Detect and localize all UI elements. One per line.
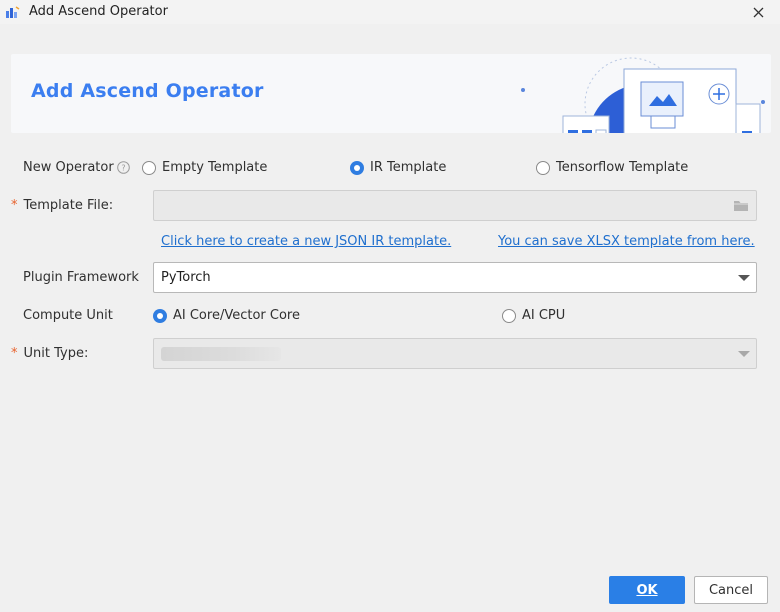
cancel-button[interactable]: Cancel	[694, 576, 768, 604]
radio-dot-selected	[350, 160, 364, 175]
radio-empty-template[interactable]: Empty Template	[142, 160, 267, 175]
radio-label: AI Core/Vector Core	[173, 308, 300, 323]
radio-dot-selected	[153, 308, 167, 323]
unit-type-select[interactable]	[153, 338, 757, 369]
chevron-down-icon	[738, 351, 750, 357]
ok-button[interactable]: OK	[609, 576, 685, 604]
template-file-input[interactable]	[153, 190, 757, 221]
template-file-label: * Template File:	[11, 198, 113, 213]
radio-ai-cpu[interactable]: AI CPU	[502, 308, 565, 323]
radio-label: Empty Template	[162, 160, 268, 175]
close-icon	[753, 7, 763, 17]
compute-unit-label: Compute Unit	[23, 308, 113, 323]
radio-dot	[502, 308, 516, 323]
create-json-template-link[interactable]: Click here to create a new JSON IR templ…	[161, 234, 451, 249]
title-bar: Add Ascend Operator	[0, 0, 780, 24]
help-circle-icon[interactable]: ?	[117, 161, 130, 174]
radio-ai-core[interactable]: AI Core/Vector Core	[153, 308, 300, 323]
radio-label: Tensorflow Template	[556, 160, 689, 175]
banner-illustration	[521, 57, 765, 133]
template-file-label-text: Template File:	[23, 198, 114, 213]
folder-icon[interactable]	[733, 199, 749, 212]
plugin-framework-value: PyTorch	[161, 270, 211, 285]
plugin-framework-select[interactable]: PyTorch	[153, 262, 757, 293]
unit-type-label-text: Unit Type:	[23, 346, 89, 361]
chevron-down-icon	[738, 275, 750, 281]
close-button[interactable]	[748, 2, 768, 22]
unit-type-label: * Unit Type:	[11, 346, 88, 361]
header-banner: Add Ascend Operator	[11, 54, 771, 133]
ascend-logo-icon	[6, 6, 20, 18]
required-mark: *	[11, 198, 18, 213]
svg-text:?: ?	[121, 164, 125, 173]
banner-title: Add Ascend Operator	[31, 80, 264, 102]
unit-type-value-redacted	[161, 347, 281, 361]
radio-label: AI CPU	[522, 308, 566, 323]
window-title: Add Ascend Operator	[29, 4, 168, 19]
required-mark: *	[11, 346, 18, 361]
radio-label: IR Template	[370, 160, 447, 175]
plugin-framework-label: Plugin Framework	[23, 270, 139, 285]
radio-tensorflow-template[interactable]: Tensorflow Template	[536, 160, 688, 175]
radio-dot	[536, 160, 550, 175]
radio-ir-template[interactable]: IR Template	[350, 160, 446, 175]
save-xlsx-template-link[interactable]: You can save XLSX template from here.	[498, 234, 755, 249]
radio-dot	[142, 160, 156, 175]
new-operator-label: New Operator	[23, 160, 114, 175]
